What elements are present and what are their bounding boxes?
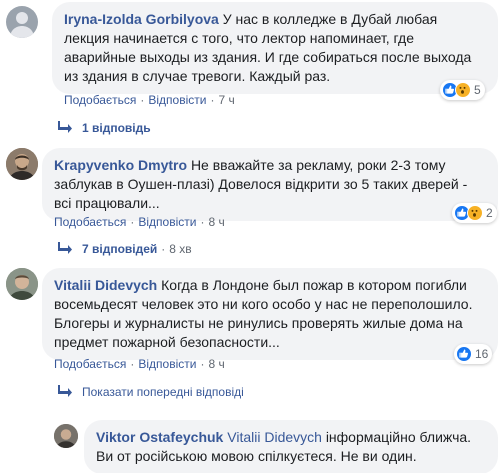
mention-link[interactable]: Vitalii Didevych	[227, 429, 322, 445]
reaction-summary[interactable]: 2	[452, 203, 497, 223]
like-link[interactable]: Подобається	[64, 93, 136, 107]
reaction-summary[interactable]: 5	[440, 80, 485, 100]
reaction-count: 2	[486, 206, 493, 220]
avatar-photo-icon	[54, 424, 78, 448]
replies-count[interactable]: 7 відповідей	[82, 242, 157, 256]
separator-dot: ·	[161, 242, 166, 256]
comment-bubble: Krapyvenko Dmytro Не вважайте за рекламу…	[42, 148, 498, 221]
avatar-photo-icon	[6, 148, 38, 180]
like-link[interactable]: Подобається	[54, 357, 126, 371]
comment-time[interactable]: 7 ч	[218, 93, 234, 107]
avatar[interactable]	[6, 6, 38, 38]
avatar[interactable]	[54, 424, 78, 448]
reply-arrow-icon	[58, 242, 72, 254]
reply-arrow-icon	[58, 385, 72, 397]
replies-count[interactable]: 1 відповідь	[82, 121, 151, 135]
comment-author[interactable]: Krapyvenko Dmytro	[54, 157, 187, 173]
reaction-count: 16	[475, 347, 489, 361]
reply-link[interactable]: Відповісти	[138, 215, 196, 229]
replies-time: 8 хв	[169, 242, 192, 256]
comment-author[interactable]: Iryna-Izolda Gorbilyova	[64, 11, 219, 27]
view-replies-link[interactable]: 7 відповідей · 8 хв	[58, 241, 192, 257]
avatar-placeholder-icon	[10, 12, 34, 38]
view-replies-link[interactable]: 1 відповідь	[58, 120, 151, 136]
separator-dot: ·	[200, 357, 205, 371]
comment-actions: Подобається · Відповісти · 8 ч	[54, 356, 225, 372]
comment-actions: Подобається · Відповісти · 8 ч	[54, 214, 225, 230]
comment-author[interactable]: Vitalii Didevych	[54, 277, 157, 293]
separator-dot: ·	[130, 215, 135, 229]
reaction-summary[interactable]: 16	[454, 344, 493, 364]
comment-bubble: Iryna-Izolda Gorbilyova У нас в колледже…	[52, 2, 498, 94]
comment-time[interactable]: 8 ч	[208, 215, 224, 229]
reaction-count: 5	[474, 83, 481, 97]
wow-reaction-icon	[455, 82, 471, 98]
comment-author[interactable]: Viktor Ostafeychuk	[96, 429, 223, 445]
comment-time[interactable]: 8 ч	[208, 357, 224, 371]
avatar[interactable]	[6, 268, 38, 300]
see-previous-replies-link[interactable]: Показати попередні відповіді	[58, 384, 244, 400]
like-link[interactable]: Подобається	[54, 215, 126, 229]
avatar-photo-icon	[6, 268, 38, 300]
comment-bubble: Viktor Ostafeychuk Vitalii Didevych інфо…	[84, 420, 498, 473]
wow-reaction-icon	[467, 205, 483, 221]
like-reaction-icon	[456, 346, 472, 362]
separator-dot: ·	[140, 93, 145, 107]
reply-link[interactable]: Відповісти	[148, 93, 206, 107]
separator-dot: ·	[200, 215, 205, 229]
separator-dot: ·	[130, 357, 135, 371]
reply-arrow-icon	[58, 121, 72, 133]
avatar[interactable]	[6, 148, 38, 180]
comment-actions: Подобається · Відповісти · 7 ч	[64, 92, 235, 108]
comment-bubble: Vitalii Didevych Когда в Лондоне был пож…	[42, 268, 498, 360]
see-previous-label[interactable]: Показати попередні відповіді	[82, 385, 244, 399]
separator-dot: ·	[210, 93, 215, 107]
reply-link[interactable]: Відповісти	[138, 357, 196, 371]
